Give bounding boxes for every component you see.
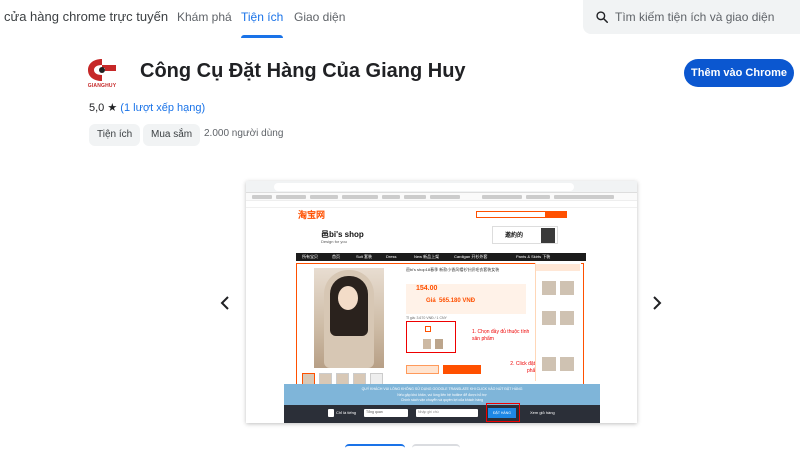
taobao-logo: 淘宝网	[298, 210, 326, 220]
price-cny: 154.00	[416, 285, 438, 292]
extension-logo: GIANGHUY	[82, 53, 122, 93]
giang-huy-logo-icon	[88, 59, 116, 81]
cart-link: Xem giỏ hàng	[530, 410, 555, 415]
chevron-right-icon	[653, 296, 662, 310]
bookmarks-bar	[246, 193, 637, 201]
attribute-highlight	[406, 321, 456, 353]
price-vnd: Giá 565.180 VNĐ	[426, 298, 476, 304]
annotation-step-1: 1. Chọn đầy đủ thuộc tính sản phẩm	[472, 329, 530, 342]
carousel-indicator[interactable]	[412, 444, 460, 450]
tab-tien-ich[interactable]: Tiện ích	[241, 0, 284, 38]
rating-count-link[interactable]: (1 lượt xếp hạng)	[120, 102, 205, 114]
store-brand[interactable]: cửa hàng chrome trực tuyến	[4, 9, 168, 24]
carousel-prev-button[interactable]	[220, 296, 230, 315]
product-image	[314, 268, 384, 368]
search-box[interactable]	[583, 0, 800, 34]
tab-giao-dien[interactable]: Giao diện	[294, 0, 345, 38]
category-nav: 所有宝贝 首页 Suit 套装 Dress New 新品上架 Cardigan …	[296, 253, 586, 261]
tab-kham-pha[interactable]: Khám phá	[177, 0, 232, 38]
search-icon	[596, 11, 609, 24]
shipping-info: Tỉ giá: 3.670 VNĐ / 1 CNY	[406, 316, 447, 320]
shop-tagline: Design for you	[321, 239, 347, 244]
add-cart-button	[443, 365, 481, 374]
add-to-chrome-button[interactable]: Thêm vào Chrome	[684, 59, 794, 87]
rating-value: 5,0	[89, 102, 105, 114]
top-bar: cửa hàng chrome trực tuyến Khám phá Tiện…	[0, 0, 800, 38]
extension-title: Công Cụ Đặt Hàng Của Giang Huy	[140, 60, 466, 82]
chip-mua-sam[interactable]: Mua sắm	[143, 124, 201, 146]
buy-now-button	[406, 365, 439, 374]
product-title: 邑bi's shop18春季 新款小香风帽衫针织毛衣套装女装	[406, 267, 500, 272]
rating-row: 5,0 ★ (1 lượt xếp hạng)	[89, 101, 205, 114]
browser-toolbar	[246, 181, 637, 193]
carousel-screenshot[interactable]: 淘宝网 邑bi's shop Design for you 邀約的 所有宝贝 首…	[246, 181, 637, 423]
chip-tien-ich[interactable]: Tiện ích	[89, 124, 141, 146]
carousel-next-button[interactable]	[652, 296, 662, 315]
url-box	[274, 183, 574, 191]
search-input[interactable]	[615, 10, 785, 24]
shop-banner: 邀約的	[492, 226, 558, 244]
order-highlight	[486, 403, 520, 422]
user-count: 2.000 người dùng	[204, 128, 284, 139]
star-icon: ★	[107, 102, 118, 114]
taobao-search-button	[545, 211, 567, 218]
logo-text: GIANGHUY	[87, 83, 117, 89]
carousel-indicator-active[interactable]	[345, 444, 405, 450]
banner-text: 邀約的	[505, 233, 524, 239]
chevron-left-icon	[220, 296, 229, 310]
